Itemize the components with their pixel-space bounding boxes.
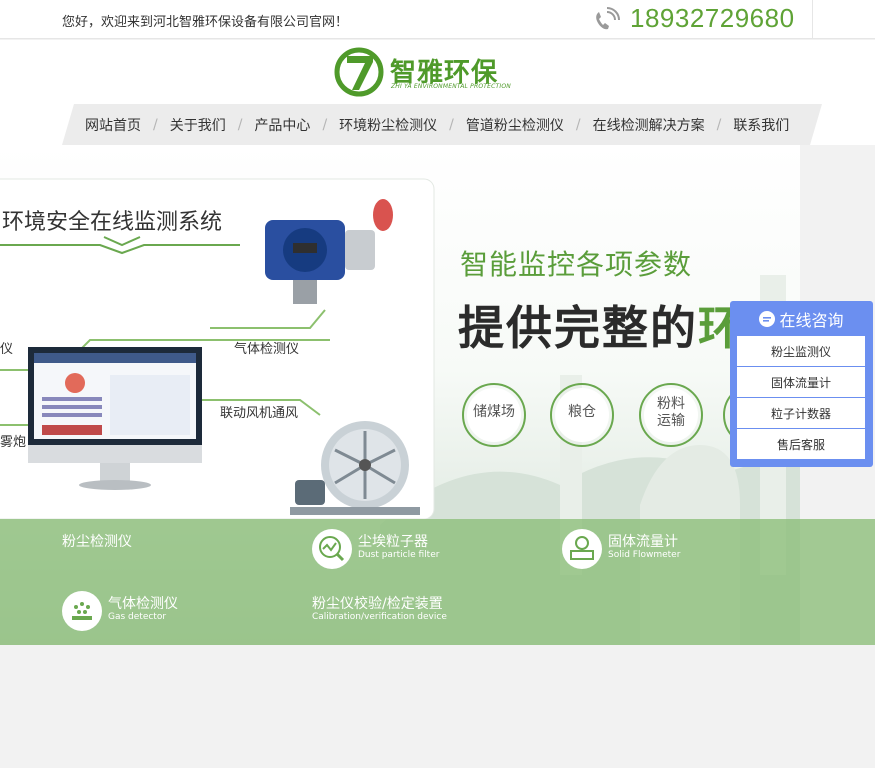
nav-separator: / [716,116,722,133]
consult-list: 粉尘监测仪 固体流量计 粒子计数器 售后客服 [737,336,865,460]
category-title: 尘埃粒子器 [358,534,428,550]
consult-item-solid-flowmeter[interactable]: 固体流量计 [737,367,865,397]
label-linked-fan: 联动风机通风 [220,406,299,421]
nav-item-home[interactable]: 网站首页 [74,115,152,135]
online-consult-panel: 在线咨询 粉尘监测仪 固体流量计 粒子计数器 售后客服 [730,301,873,467]
gas-dots-icon [62,591,102,631]
category-subtitle: Solid Flowmeter [608,550,681,560]
category-title: 气体检测仪 [108,596,178,612]
category-subtitle: Gas detector [108,612,167,622]
consult-header[interactable]: 在线咨询 [730,307,873,331]
phone-number[interactable]: 18932729680 [630,3,795,34]
nav-item-products[interactable]: 产品中心 [243,115,321,135]
logo[interactable]: 智雅环保 ZHI YA ENVIRONMENTAL PROTECTION [333,46,511,98]
label-fog-cannon: 雾炮 [0,435,27,450]
consult-item-dust-monitor[interactable]: 粉尘监测仪 [737,336,865,366]
badge-powder-transport: 粉料 运输 [645,396,697,430]
nav-item-pipe-dust[interactable]: 管道粉尘检测仪 [455,115,575,135]
banner-title: 环境安全在线监测系统 [2,210,223,235]
category-subtitle: Dust particle filter [358,550,440,560]
slogan-primary: 智能监控各项参数 [460,248,693,281]
consult-item-particle-counter[interactable]: 粒子计数器 [737,398,865,428]
nav-separator: / [153,116,158,133]
category-title: 粉尘检测仪 [62,534,132,550]
category-dust-detector[interactable]: 粉尘检测仪 [62,531,262,573]
category-dust-particle[interactable]: 尘埃粒子器 Dust particle filter [312,529,512,571]
magnifier-chart-icon [312,529,352,569]
main-nav: 网站首页 / 关于我们 / 产品中心 / 环境粉尘检测仪 / 管道粉尘检测仪 /… [0,104,875,145]
category-title: 粉尘仪校验/检定装置 [312,596,443,612]
phone-icon [596,7,620,30]
chat-bubble-icon [759,311,776,327]
badge-powder-transport-line1: 粉料 [657,396,685,412]
category-strip: 粉尘检测仪 尘埃粒子器 Dust particle filter 固体流量计 S… [0,519,875,645]
logo-mark-icon [334,47,384,97]
nav-item-about[interactable]: 关于我们 [159,115,237,135]
nav-item-contact[interactable]: 联系我们 [722,115,800,135]
nav-item-solutions[interactable]: 在线检测解决方案 [582,115,716,135]
category-calibration-device[interactable]: 粉尘仪校验/检定装置 Calibration/verification devi… [312,591,512,633]
label-instrument: 仪 [0,342,14,357]
logo-subtitle: ZHI YA ENVIRONMENTAL PROTECTION [391,83,511,90]
nav-separator: / [237,116,243,133]
category-subtitle: Calibration/verification device [312,612,447,622]
category-gas-detector[interactable]: 气体检测仪 Gas detector [62,591,262,633]
nav-items: 网站首页 / 关于我们 / 产品中心 / 环境粉尘检测仪 / 管道粉尘检测仪 /… [74,104,800,145]
nav-item-env-dust[interactable]: 环境粉尘检测仪 [328,115,448,135]
slogan-secondary-main: 提供完整的 [458,301,698,355]
category-solid-flowmeter[interactable]: 固体流量计 Solid Flowmeter [562,529,762,571]
badge-powder-transport-line2: 运输 [657,413,685,429]
logo-area: 智雅环保 ZHI YA ENVIRONMENTAL PROTECTION [0,40,875,104]
nav-separator: / [449,116,454,133]
phone-block: 18932729680 [590,0,813,39]
nav-separator: / [322,116,328,133]
nav-separator: / [575,116,581,133]
badge-granary: 粮仓 [568,404,596,420]
flowmeter-icon [562,529,602,569]
consult-item-after-sales[interactable]: 售后客服 [737,429,865,459]
label-gas-detector: 气体检测仪 [234,342,300,357]
welcome-text: 您好，欢迎来到河北智雅环保设备有限公司官网！ [62,15,349,30]
consult-title: 在线咨询 [779,311,844,330]
category-title: 固体流量计 [608,534,678,550]
slogan-secondary: 提供完整的环 [458,292,746,358]
top-bar: 您好，欢迎来到河北智雅环保设备有限公司官网！ 18932729680 [0,0,875,39]
page: 您好，欢迎来到河北智雅环保设备有限公司官网！ 18932729680 智雅环保 … [0,0,875,768]
badge-coal-yard: 储煤场 [473,404,515,420]
